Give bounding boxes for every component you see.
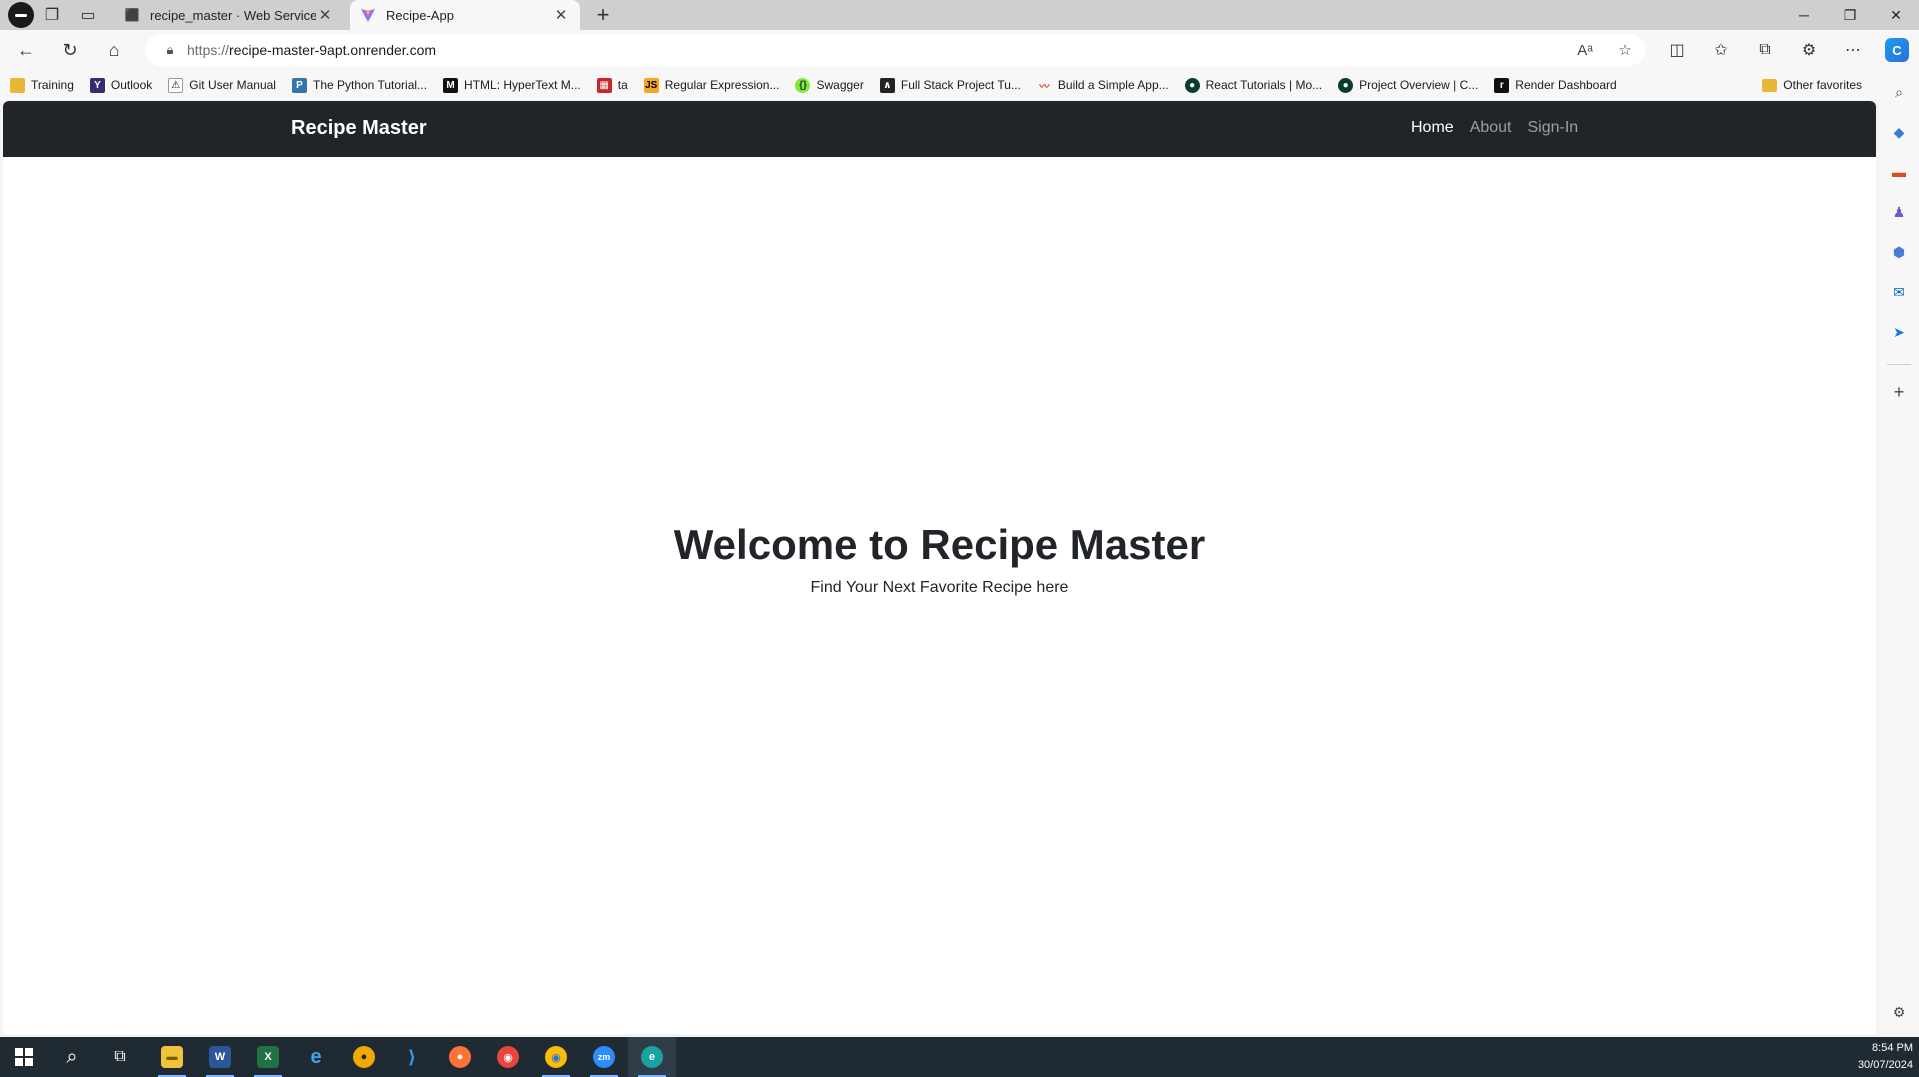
restore-icon[interactable]: ❐ [1827, 0, 1873, 30]
favorite-training[interactable]: Training [10, 77, 74, 93]
folder-icon [10, 77, 25, 93]
favorite-build-app[interactable]: 〰 Build a Simple App... [1037, 78, 1168, 93]
nav-sign-in-link[interactable]: Sign-In [1528, 119, 1579, 137]
extensions-icon[interactable]: ⚙ [1787, 30, 1831, 70]
build-icon: 〰 [1039, 81, 1050, 93]
favorite-python[interactable]: P The Python Tutorial... [291, 77, 427, 93]
close-tab-icon[interactable]: ✕ [316, 6, 334, 24]
zoom-icon[interactable]: zm [580, 1037, 628, 1077]
settings-gear-icon[interactable]: ⚙ [1887, 1000, 1911, 1024]
send-icon[interactable]: ➤ [1887, 320, 1911, 344]
new-tab-button[interactable]: + [588, 0, 618, 30]
regex-icon: JS [643, 77, 659, 93]
word-icon[interactable]: W [196, 1037, 244, 1077]
search-icon[interactable]: ⌕ [1887, 80, 1911, 104]
page-viewport: Recipe Master Home About Sign-In Welcome… [3, 101, 1876, 1034]
add-icon[interactable]: + [1887, 380, 1911, 404]
minimize-icon[interactable]: ─ [1781, 0, 1827, 30]
lock-icon[interactable]: 🔒︎ [153, 42, 187, 58]
edge-icon[interactable]: e [628, 1037, 676, 1077]
excel-icon[interactable]: X [244, 1037, 292, 1077]
address-bar[interactable]: 🔒︎ https://recipe-master-9apt.onrender.c… [145, 34, 1645, 66]
brand-logo-text[interactable]: Recipe Master [291, 117, 427, 140]
vertical-tabs-icon[interactable]: ▭ [70, 0, 106, 30]
profile-avatar[interactable] [8, 2, 34, 28]
favorites-icon[interactable]: ✩ [1699, 30, 1743, 70]
git-icon: ⚠ [168, 77, 184, 93]
microsoft-365-icon[interactable]: ⬢ [1887, 240, 1911, 264]
tab-recipe-app[interactable]: Recipe-App ✕ [350, 0, 580, 30]
refresh-icon[interactable]: ↻ [48, 32, 92, 68]
hero-title: Welcome to Recipe Master [673, 521, 1206, 568]
favorite-react-tutorials[interactable]: ● React Tutorials | Mo... [1184, 77, 1322, 93]
favorites-bar: Training Y Outlook ⚠ Git User Manual P The … [0, 70, 1880, 100]
close-tab-icon[interactable]: ✕ [552, 6, 570, 24]
favorite-outlook[interactable]: Y Outlook [89, 77, 152, 93]
favorite-project-overview[interactable]: ● Project Overview | C... [1338, 77, 1478, 93]
folder-icon [1762, 78, 1778, 92]
render-icon: r [1494, 77, 1510, 93]
favorite-regex[interactable]: JS Regular Expression... [643, 77, 779, 93]
hero-subtitle: Find Your Next Favorite Recipe here [810, 579, 1069, 596]
favorite-html[interactable]: M HTML: HyperText M... [443, 77, 581, 93]
internet-explorer-icon[interactable]: e [292, 1037, 340, 1077]
favorite-swagger[interactable]: {} Swagger [795, 77, 864, 93]
mongodb-icon: ● [1338, 77, 1354, 93]
windows-start-icon[interactable] [0, 1037, 48, 1077]
vite-icon [360, 7, 376, 23]
sidebar-divider [1887, 364, 1911, 365]
hero-section: Welcome to Recipe Master Find Your Next … [3, 521, 1876, 597]
app-navbar: Recipe Master Home About Sign-In [3, 101, 1876, 157]
nav-home-link[interactable]: Home [1411, 119, 1454, 137]
toolbar-right: ◫ ✩ ⧉ ⚙ ⋯ C [1655, 30, 1919, 70]
system-clock[interactable]: 8:54 PM 30/07/2024 [1858, 1040, 1913, 1074]
url-text[interactable]: https://recipe-master-9apt.onrender.com [187, 42, 436, 58]
chrome-profile-icon[interactable]: ◉ [532, 1037, 580, 1077]
read-aloud-icon[interactable]: A͏ᵃ [1565, 34, 1605, 66]
search-icon[interactable]: ⌕ [48, 1037, 96, 1077]
tab-recipe-master-web-service[interactable]: ⬛ recipe_master · Web Service · Re ✕ [114, 0, 344, 30]
nav-links: Home About Sign-In [1411, 119, 1594, 137]
tools-icon[interactable]: ▬ [1887, 160, 1911, 184]
python-icon: P [291, 77, 307, 93]
outlook-icon[interactable]: ✉ [1887, 280, 1911, 304]
browser-toolbar: ← ↻ ⌂ 🔒︎ https://recipe-master-9apt.onre… [0, 30, 1919, 70]
close-window-icon[interactable]: ✕ [1873, 0, 1919, 30]
chrome-icon[interactable]: ◉ [484, 1037, 532, 1077]
copilot-icon[interactable]: C [1875, 30, 1919, 70]
render-icon: ⬛ [124, 8, 140, 22]
chrome-canary-icon[interactable]: ● [340, 1037, 388, 1077]
vscode-icon[interactable]: ⟩ [388, 1037, 436, 1077]
windows-taskbar: ⌕ ⧉ ▬ W X e ● ⟩ ● ◉ ◉ zm e 8:54 PM 30/07… [0, 1037, 1919, 1077]
home-icon[interactable]: ⌂ [92, 32, 136, 68]
favorite-git[interactable]: ⚠ Git User Manual [168, 77, 276, 93]
nav-about-link[interactable]: About [1470, 119, 1512, 137]
tab-title: Recipe-App [386, 7, 454, 23]
favorite-ta[interactable]: ▦ ta [596, 77, 628, 93]
tab-title: recipe_master · Web Service · Re [150, 7, 316, 23]
firefox-icon[interactable]: ● [436, 1037, 484, 1077]
other-favorites[interactable]: Other favorites [1762, 70, 1862, 100]
outlook-icon: Y [89, 77, 105, 93]
file-explorer-icon[interactable]: ▬ [148, 1037, 196, 1077]
more-options-icon[interactable]: ⋯ [1831, 30, 1875, 70]
swagger-icon: {} [795, 77, 811, 93]
task-view-icon[interactable]: ⧉ [96, 1037, 144, 1077]
collections-icon[interactable]: ⧉ [1743, 30, 1787, 70]
mdn-icon: M [443, 77, 459, 93]
favorite-star-icon[interactable]: ☆ [1605, 34, 1645, 66]
edge-sidebar: ⌕ ◆ ▬ ♟ ⬢ ✉ ➤ + ⚙ [1879, 70, 1919, 1036]
workspaces-icon[interactable]: ❐ [34, 0, 70, 30]
browser-title-bar: ❐ ▭ ⬛ recipe_master · Web Service · Re ✕… [0, 0, 1919, 30]
favorite-fullstack[interactable]: ∧ Full Stack Project Tu... [879, 77, 1021, 93]
back-arrow-icon[interactable]: ← [4, 32, 48, 68]
favorite-render-dashboard[interactable]: r Render Dashboard [1494, 77, 1617, 93]
window-controls: ─ ❐ ✕ [1781, 0, 1919, 30]
mongodb-icon: ● [1184, 77, 1200, 93]
shopping-tag-icon[interactable]: ◆ [1887, 120, 1911, 144]
games-icon[interactable]: ♟ [1887, 200, 1911, 224]
split-screen-icon[interactable]: ◫ [1655, 30, 1699, 70]
calendar-icon: ▦ [596, 77, 612, 93]
fullstack-icon: ∧ [879, 77, 895, 93]
